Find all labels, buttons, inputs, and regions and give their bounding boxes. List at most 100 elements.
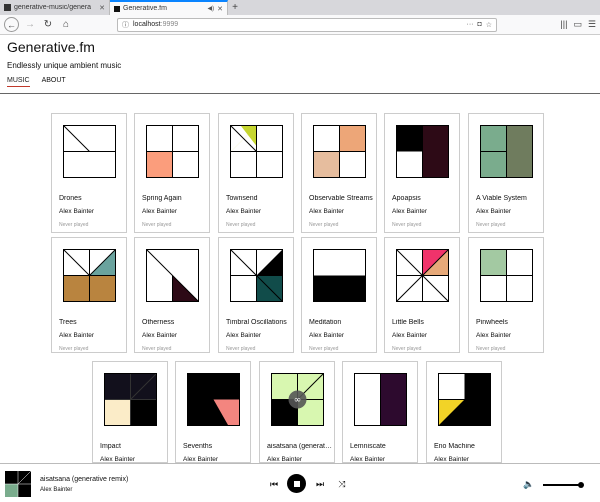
volume-slider[interactable] <box>543 484 583 486</box>
piece-title: Pinwheels <box>476 319 508 326</box>
piece-card-pinwheels[interactable]: Pinwheels Alex Bainter Never played <box>468 237 544 353</box>
piece-artwork[interactable] <box>396 125 449 178</box>
skip-next-icon[interactable]: ⏭ <box>314 474 326 494</box>
piece-played: Never played <box>142 346 172 352</box>
trees-art-icon <box>64 250 115 301</box>
spring-again-art-icon <box>147 126 198 177</box>
eno-machine-art-icon <box>439 374 490 425</box>
library-icon[interactable]: ||| <box>560 19 567 30</box>
piece-artist: Alex Bainter <box>59 332 95 339</box>
menu-icon[interactable]: ☰ <box>588 19 596 30</box>
piece-artwork[interactable] <box>146 125 199 178</box>
forward-arrow-icon[interactable]: → <box>23 18 37 32</box>
piece-artwork[interactable] <box>187 373 240 426</box>
piece-artist: Alex Bainter <box>309 208 345 215</box>
piece-artwork[interactable] <box>313 125 366 178</box>
piece-card-spring-again[interactable]: Spring Again Alex Bainter Never played <box>134 113 210 233</box>
browser-tab-0[interactable]: generative-music/genera ✕ <box>0 0 110 15</box>
piece-title: aisatsana (generative remix) <box>267 443 333 450</box>
piece-card-otherness[interactable]: Otherness Alex Bainter Never played <box>134 237 210 353</box>
generative-favicon-icon <box>114 5 120 12</box>
now-playing-artwork[interactable] <box>5 470 32 497</box>
piece-title: Little Bells <box>392 319 424 326</box>
skip-previous-icon[interactable]: ⏮ <box>268 474 280 494</box>
piece-artwork[interactable] <box>396 249 449 302</box>
piece-card-observable-streams[interactable]: Observable Streams Alex Bainter Never pl… <box>301 113 377 233</box>
piece-artwork[interactable] <box>230 125 283 178</box>
piece-artwork[interactable] <box>146 249 199 302</box>
home-icon[interactable]: ⌂ <box>59 18 73 32</box>
piece-title: Spring Again <box>142 195 182 202</box>
piece-title: Townsend <box>226 195 258 202</box>
bookmark-star-icon[interactable]: ☆ <box>486 21 492 29</box>
browser-tab-1[interactable]: Generative.fm ◀) ✕ <box>110 0 228 15</box>
piece-card-timbral-oscillations[interactable]: Timbral Oscillations Alex Bainter Never … <box>218 237 294 353</box>
piece-artist: Alex Bainter <box>476 332 512 339</box>
piece-artwork[interactable] <box>354 373 407 426</box>
back-arrow-icon[interactable]: ← <box>4 17 19 32</box>
sidebar-icon[interactable]: ▭ <box>573 19 582 30</box>
piece-played: Never played <box>59 222 89 228</box>
piece-artist: Alex Bainter <box>226 208 262 215</box>
app-nav: MUSIC ABOUT <box>7 77 593 87</box>
piece-played: Never played <box>392 346 422 352</box>
reload-icon[interactable]: ↻ <box>41 18 55 32</box>
piece-artwork[interactable] <box>104 373 157 426</box>
pocket-icon[interactable]: ◘ <box>477 21 481 28</box>
aisatsana-art-icon: ∞ <box>272 374 323 425</box>
new-tab-icon[interactable]: + <box>228 0 242 15</box>
pinwheels-art-icon <box>481 250 532 301</box>
piece-played: Never played <box>309 222 339 228</box>
browser-tabbar: generative-music/genera ✕ Generative.fm … <box>0 0 600 15</box>
piece-title: Eno Machine <box>434 443 475 450</box>
piece-artwork[interactable] <box>438 373 491 426</box>
info-icon[interactable]: ⓘ <box>122 20 129 30</box>
piece-card-impact[interactable]: Impact Alex Bainter <box>92 361 168 463</box>
piece-card-little-bells[interactable]: Little Bells Alex Bainter Never played <box>384 237 460 353</box>
nav-about[interactable]: ABOUT <box>42 77 66 87</box>
close-tab-icon[interactable]: ✕ <box>99 4 105 12</box>
piece-artwork[interactable] <box>63 125 116 178</box>
piece-card-sevenths[interactable]: Sevenths Alex Bainter <box>175 361 251 463</box>
piece-title: Otherness <box>142 319 175 326</box>
piece-played: Never played <box>476 346 506 352</box>
url-host: localhost <box>133 21 161 28</box>
more-icon[interactable]: ··· <box>466 21 473 28</box>
piece-artwork[interactable] <box>63 249 116 302</box>
volume-slider-knob[interactable] <box>578 482 584 488</box>
now-playing-title: aisatsana (generative remix) <box>40 476 129 483</box>
piece-artwork[interactable] <box>230 249 283 302</box>
url-bar[interactable]: ⓘ localhost:9999 ··· ◘ ☆ <box>117 17 497 32</box>
shuffle-icon[interactable]: ⤨ <box>336 474 348 494</box>
piece-title: Impact <box>100 443 122 450</box>
piece-artwork[interactable]: ∞ <box>271 373 324 426</box>
timbral-oscillations-art-icon <box>231 250 282 301</box>
piece-artwork[interactable] <box>313 249 366 302</box>
piece-card-meditation[interactable]: Meditation Alex Bainter Never played <box>301 237 377 353</box>
piece-title: A Viable System <box>476 195 527 202</box>
piece-card-apoapsis[interactable]: Apoapsis Alex Bainter Never played <box>384 113 460 233</box>
piece-title: Drones <box>59 195 82 202</box>
piece-artwork[interactable] <box>480 125 533 178</box>
close-tab-icon[interactable]: ✕ <box>217 5 223 13</box>
piece-artist: Alex Bainter <box>434 456 470 463</box>
volume-icon[interactable]: 🔈 <box>522 474 536 494</box>
stop-button[interactable] <box>287 474 306 493</box>
piece-card-drones[interactable]: Drones Alex Bainter Never played <box>51 113 127 233</box>
meditation-art-icon <box>314 250 365 301</box>
piece-played: Never played <box>476 222 506 228</box>
apoapsis-art-icon <box>397 126 448 177</box>
piece-card-aisatsana[interactable]: ∞ aisatsana (generative remix) Alex Bain… <box>259 361 335 463</box>
piece-artist: Alex Bainter <box>142 332 178 339</box>
speaker-icon[interactable]: ◀) <box>208 5 215 12</box>
piece-card-lemniscate[interactable]: Lemniscate Alex Bainter <box>342 361 418 463</box>
piece-artwork[interactable] <box>480 249 533 302</box>
piece-card-trees[interactable]: Trees Alex Bainter Never played <box>51 237 127 353</box>
piece-card-townsend[interactable]: Townsend Alex Bainter Never played <box>218 113 294 233</box>
tab-title: Generative.fm <box>123 5 167 12</box>
nav-music[interactable]: MUSIC <box>7 77 30 87</box>
piece-card-eno-machine[interactable]: Eno Machine Alex Bainter <box>426 361 502 463</box>
piece-card-a-viable-system[interactable]: A Viable System Alex Bainter Never playe… <box>468 113 544 233</box>
townsend-art-icon <box>231 126 282 177</box>
app-tagline: Endlessly unique ambient music <box>7 61 122 70</box>
